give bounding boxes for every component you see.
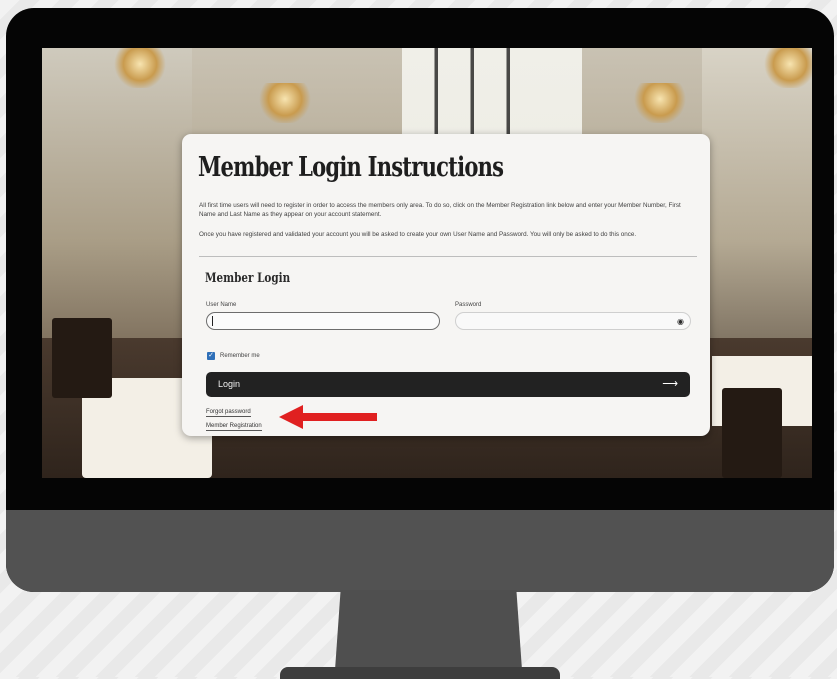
login-button[interactable]: Login ⟶ — [206, 372, 690, 397]
background-chair — [722, 388, 782, 478]
monitor-stand — [335, 590, 522, 670]
chandelier-icon — [632, 83, 688, 123]
monitor-frame: Member Login Instructions All first time… — [6, 8, 834, 592]
background-chair — [52, 318, 112, 398]
chandelier-icon — [257, 83, 313, 123]
username-input[interactable] — [206, 312, 440, 330]
chandelier-icon — [112, 48, 168, 88]
red-arrow-icon — [279, 405, 377, 429]
forgot-password-link[interactable]: Forgot password — [206, 409, 251, 417]
member-registration-link[interactable]: Member Registration — [206, 423, 262, 431]
page-title: Member Login Instructions — [198, 152, 504, 183]
intro-paragraph-1: All first time users will need to regist… — [199, 202, 681, 218]
member-login-heading: Member Login — [205, 271, 291, 286]
intro-paragraph-2: Once you have registered and validated y… — [199, 231, 637, 238]
remember-me-checkbox[interactable]: ✓ — [207, 352, 215, 360]
login-button-label: Login — [218, 379, 241, 389]
monitor-chin — [6, 510, 834, 592]
text-caret — [212, 316, 213, 326]
username-label: User Name — [206, 302, 237, 308]
monitor-screen: Member Login Instructions All first time… — [42, 48, 812, 478]
section-divider — [199, 256, 697, 257]
monitor-stand-base — [280, 667, 560, 679]
login-card: Member Login Instructions All first time… — [182, 134, 710, 436]
password-input[interactable]: ◉ — [455, 312, 691, 330]
password-label: Password — [455, 302, 482, 308]
chandelier-icon — [762, 48, 812, 88]
eye-icon[interactable]: ◉ — [677, 317, 684, 327]
arrow-right-icon: ⟶ — [662, 378, 678, 390]
remember-me-label: Remember me — [220, 353, 260, 359]
